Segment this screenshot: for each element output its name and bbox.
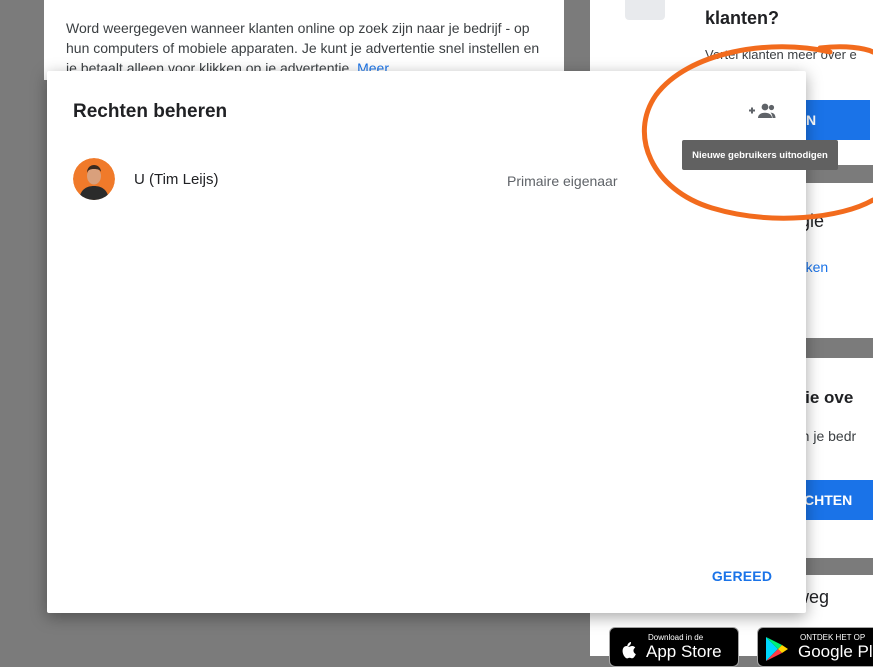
ad-description-card: Word weergegeven wanneer klanten online … [44,0,564,80]
app-store-small-text: Download in de [648,633,704,642]
dialog-title: Rechten beheren [73,101,228,122]
card-heading: klanten? [705,8,780,28]
apple-icon [622,642,636,659]
google-play-icon [766,637,788,661]
card-text: Vertel klanten meer over e [705,47,857,62]
google-play-big-text: Google Pl [798,642,873,661]
app-store-big-text: App Store [646,642,722,661]
done-button[interactable]: GEREED [707,561,777,591]
google-play-badge[interactable]: ONTDEK HET OP Google Pl [757,627,873,667]
invite-tooltip: Nieuwe gebruikers uitnodigen [682,140,838,170]
person-add-icon [749,103,776,118]
avatar [73,158,115,200]
user-name: U (Tim Leijs) [134,171,219,188]
google-play-small-text: ONTDEK HET OP [800,633,866,642]
ad-description-text: Word weergegeven wanneer klanten online … [66,20,540,76]
card-illustration [625,0,665,20]
invite-users-button[interactable] [744,97,780,125]
app-store-badge[interactable]: Download in de App Store [609,627,739,667]
user-role: Primaire eigenaar [507,173,618,189]
